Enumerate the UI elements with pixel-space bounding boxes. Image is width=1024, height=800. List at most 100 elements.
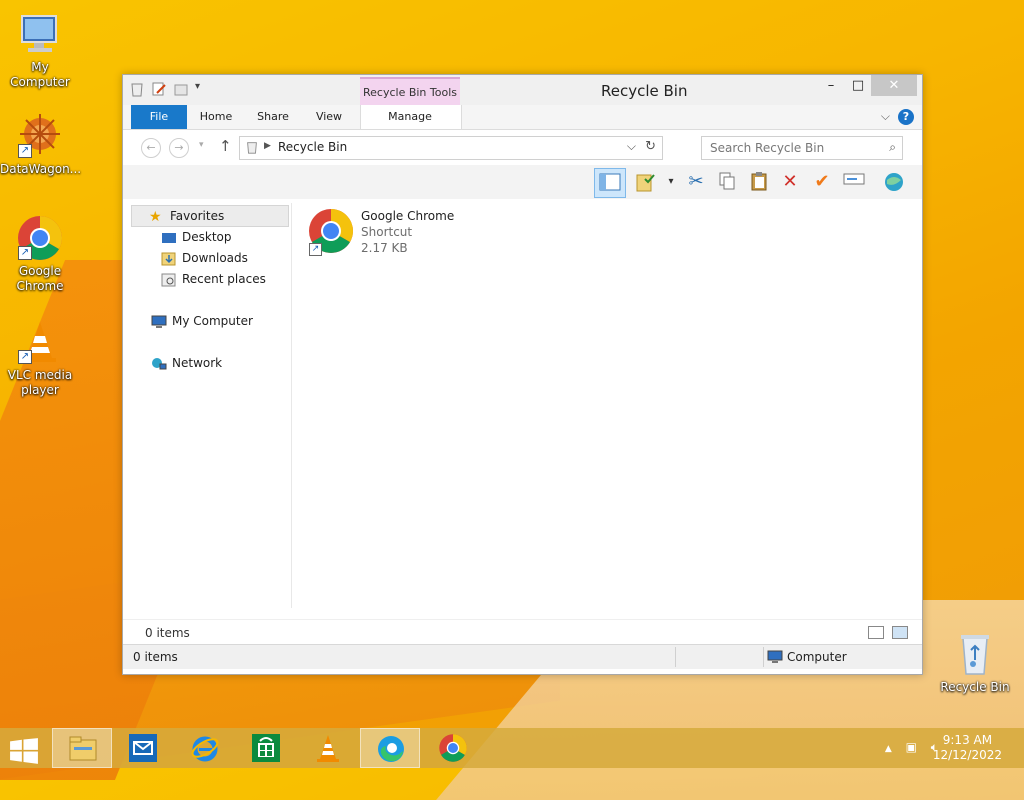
desktop-icon-label: VLC media player	[7, 368, 73, 397]
item-count: 0 items	[145, 626, 190, 640]
network-tray-icon[interactable]: ▣	[906, 740, 917, 754]
close-button[interactable]: ✕	[871, 75, 917, 96]
refresh-icon[interactable]: ↻	[645, 139, 656, 154]
back-button[interactable]: ←	[141, 138, 161, 158]
new-folder-icon[interactable]	[173, 81, 189, 97]
navigation-pane: ★ Favorites Desktop Downloads Recent plac…	[131, 203, 292, 608]
taskbar-vlc[interactable]	[298, 728, 358, 768]
properties-icon[interactable]	[151, 81, 167, 97]
chrome-icon: ↗	[16, 214, 64, 262]
shortcut-arrow-icon: ↗	[309, 243, 322, 256]
desktop-icon-datawagon[interactable]: ↗ DataWagon...	[0, 112, 82, 177]
address-row: ← → ▾ ↑ ▶ Recycle Bin ⌵ ↻ Search Recycle…	[123, 130, 922, 164]
search-icon[interactable]: ⌕	[889, 140, 896, 155]
view-switcher	[868, 626, 908, 639]
expand-ribbon-icon[interactable]: ⌵	[881, 109, 890, 124]
help-icon[interactable]: ?	[898, 109, 914, 125]
details-view-icon[interactable]	[868, 626, 884, 639]
status-location: Computer	[787, 650, 847, 664]
status-item-count: 0 items	[133, 650, 178, 664]
customize-qat-chevron-icon[interactable]: ▾	[195, 81, 211, 97]
recycle-bin-small-icon[interactable]	[129, 81, 145, 97]
folder-options-dropdown-icon[interactable]: ▾	[660, 171, 682, 193]
context-tab-recycle-bin-tools: Recycle Bin Tools	[360, 77, 460, 107]
delete-icon[interactable]: ✕	[779, 171, 801, 193]
preview-pane-icon[interactable]	[594, 168, 626, 198]
explorer-window: ▾ Recycle Bin Tools Recycle Bin – □ ✕ Fi…	[122, 74, 923, 675]
datawagon-icon: ↗	[16, 112, 64, 160]
desktop-icon-vlc[interactable]: ↗ VLC media player	[0, 318, 80, 398]
paste-icon[interactable]	[748, 171, 770, 193]
breadcrumb: Recycle Bin	[278, 140, 348, 154]
large-icons-view-icon[interactable]	[892, 626, 908, 639]
mail-icon	[129, 734, 157, 762]
file-list: ↗ Google Chrome Shortcut 2.17 KB	[293, 203, 911, 608]
desktop-icon-label: Recycle Bin	[940, 680, 1010, 694]
nav-item-downloads[interactable]: Downloads	[161, 248, 248, 268]
nav-item-label: Downloads	[182, 251, 248, 265]
nav-item-label: Desktop	[182, 230, 232, 244]
tab-share[interactable]: Share	[251, 105, 295, 129]
desktop-icon-google-chrome[interactable]: ↗ Google Chrome	[0, 214, 80, 294]
inner-status: 0 items	[123, 619, 922, 644]
nav-item-favorites[interactable]: ★ Favorites	[149, 206, 224, 226]
clock-date: 12/12/2022	[932, 748, 1002, 762]
status-bar: 0 items Computer	[123, 644, 922, 669]
nav-item-my-computer[interactable]: My Computer	[151, 311, 253, 331]
tab-home[interactable]: Home	[195, 105, 237, 129]
taskbar-internet-explorer[interactable]	[175, 728, 235, 768]
minimize-button[interactable]: –	[816, 75, 846, 96]
address-dropdown-icon[interactable]: ⌵	[627, 139, 636, 154]
rename-icon[interactable]	[843, 171, 865, 193]
network-icon	[151, 357, 167, 371]
recent-places-icon	[161, 273, 177, 287]
clock-time: 9:13 AM	[942, 733, 993, 747]
taskbar-store[interactable]	[236, 728, 296, 768]
taskbar-file-explorer[interactable]	[52, 728, 112, 768]
tab-file[interactable]: File	[131, 105, 187, 129]
computer-icon	[767, 650, 783, 667]
address-bar[interactable]: ▶ Recycle Bin ⌵ ↻	[239, 136, 663, 160]
copy-icon[interactable]	[716, 171, 738, 193]
tab-view[interactable]: View	[309, 105, 349, 129]
recycle-bin-icon	[951, 630, 999, 678]
nav-item-recent-places[interactable]: Recent places	[161, 269, 266, 289]
nav-item-label: Network	[172, 356, 223, 370]
computer-icon	[151, 315, 167, 329]
store-icon	[252, 734, 280, 762]
taskbar-edge[interactable]	[360, 728, 420, 768]
desktop-icon-label: DataWagon...	[0, 162, 82, 176]
window-title: Recycle Bin	[601, 82, 688, 100]
show-hidden-icons-icon[interactable]: ▲	[885, 744, 892, 754]
desktop-icon-recycle-bin[interactable]: Recycle Bin	[935, 630, 1015, 695]
taskbar-clock[interactable]: 9:13 AM 12/12/2022	[933, 733, 1002, 763]
nav-item-network[interactable]: Network	[151, 353, 222, 373]
file-item[interactable]: ↗ Google Chrome Shortcut 2.17 KB	[307, 207, 507, 263]
folder-options-icon[interactable]	[635, 171, 657, 193]
globe-icon[interactable]	[883, 171, 905, 193]
nav-item-label: Favorites	[170, 209, 225, 223]
desktop-icon-my-computer[interactable]: My Computer	[0, 10, 80, 90]
taskbar-chrome[interactable]	[423, 728, 483, 768]
start-button[interactable]	[0, 728, 48, 768]
internet-explorer-icon	[191, 736, 219, 762]
restore-icon[interactable]: ✔	[811, 171, 833, 193]
up-button[interactable]: ↑	[219, 137, 232, 155]
title-bar[interactable]: ▾ Recycle Bin Tools Recycle Bin – □ ✕	[123, 75, 922, 107]
maximize-button[interactable]: □	[843, 75, 873, 96]
forward-button[interactable]: →	[169, 138, 189, 158]
command-toolbar: ▾ ✂ ✕ ✔	[123, 165, 922, 199]
chrome-icon	[439, 734, 467, 762]
cut-icon[interactable]: ✂	[685, 171, 707, 193]
file-type: Shortcut	[361, 225, 413, 239]
edge-icon	[378, 736, 404, 762]
search-input[interactable]: Search Recycle Bin ⌕	[701, 136, 903, 160]
recent-locations-chevron-icon[interactable]: ▾	[199, 140, 204, 150]
nav-item-desktop[interactable]: Desktop	[161, 227, 232, 247]
tab-manage[interactable]: Manage	[380, 105, 440, 129]
nav-item-label: My Computer	[172, 314, 253, 328]
ribbon-tabs: File Home Share View Manage ⌵ ?	[123, 105, 922, 130]
taskbar-mail[interactable]	[113, 728, 173, 768]
file-size: 2.17 KB	[361, 241, 408, 255]
search-placeholder: Search Recycle Bin	[710, 141, 825, 155]
